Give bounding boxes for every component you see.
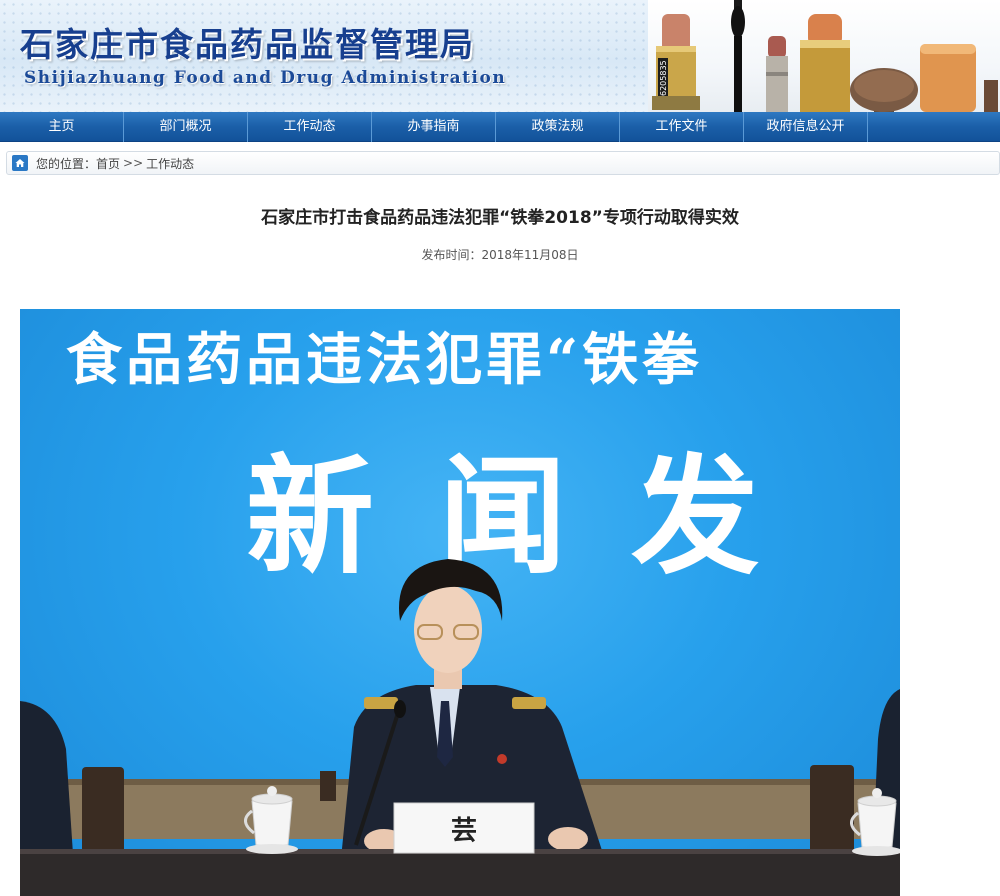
publish-date: 2018年11月08日 xyxy=(481,248,579,262)
nav-item-government-info[interactable]: 政府信息公开 xyxy=(744,112,868,142)
breadcrumb-home-link[interactable]: 首页 xyxy=(96,155,120,172)
nav-item-department-overview[interactable]: 部门概况 xyxy=(124,112,248,142)
main-nav: 主页 部门概况 工作动态 办事指南 政策法规 工作文件 政府信息公开 xyxy=(0,112,1000,142)
site-subtitle: Shijiazhuang Food and Drug Administratio… xyxy=(24,68,507,88)
breadcrumb-current-link[interactable]: 工作动态 xyxy=(146,155,194,172)
nav-item-work-documents[interactable]: 工作文件 xyxy=(620,112,744,142)
publish-info: 发布时间：2018年11月08日 xyxy=(0,246,1000,263)
nav-item-policies-regulations[interactable]: 政策法规 xyxy=(496,112,620,142)
publish-label: 发布时间： xyxy=(421,248,482,262)
nav-item-work-news[interactable]: 工作动态 xyxy=(248,112,372,142)
product-code-text: 6205835 xyxy=(659,60,668,96)
site-header-banner: 石家庄市食品药品监督管理局 Shijiazhuang Food and Drug… xyxy=(0,0,1000,112)
backdrop-text-line1: 食品药品违法犯罪“铁拳 xyxy=(66,327,702,393)
breadcrumb-separator: >> xyxy=(123,156,144,170)
breadcrumb: 您的位置： 首页 >> 工作动态 xyxy=(6,151,1000,175)
article-photo: 食品药品违法犯罪“铁拳 新 闻 发 芸 xyxy=(20,309,900,896)
cosmetics-image: 6205835 xyxy=(648,0,1000,112)
backdrop-text-line2: 新 闻 发 xyxy=(246,442,769,592)
nameplate-text: 芸 xyxy=(451,816,477,846)
home-icon xyxy=(12,155,28,171)
nav-item-service-guide[interactable]: 办事指南 xyxy=(372,112,496,142)
cosmetics-illustration: 6205835 xyxy=(652,0,998,112)
breadcrumb-prefix: 您的位置： xyxy=(36,156,97,171)
nav-item-home[interactable]: 主页 xyxy=(0,112,124,142)
press-conference-photo: 食品药品违法犯罪“铁拳 新 闻 发 芸 xyxy=(20,327,900,896)
site-title: 石家庄市食品药品监督管理局 xyxy=(20,25,475,64)
article-title: 石家庄市打击食品药品违法犯罪“铁拳2018”专项行动取得实效 xyxy=(261,208,739,228)
